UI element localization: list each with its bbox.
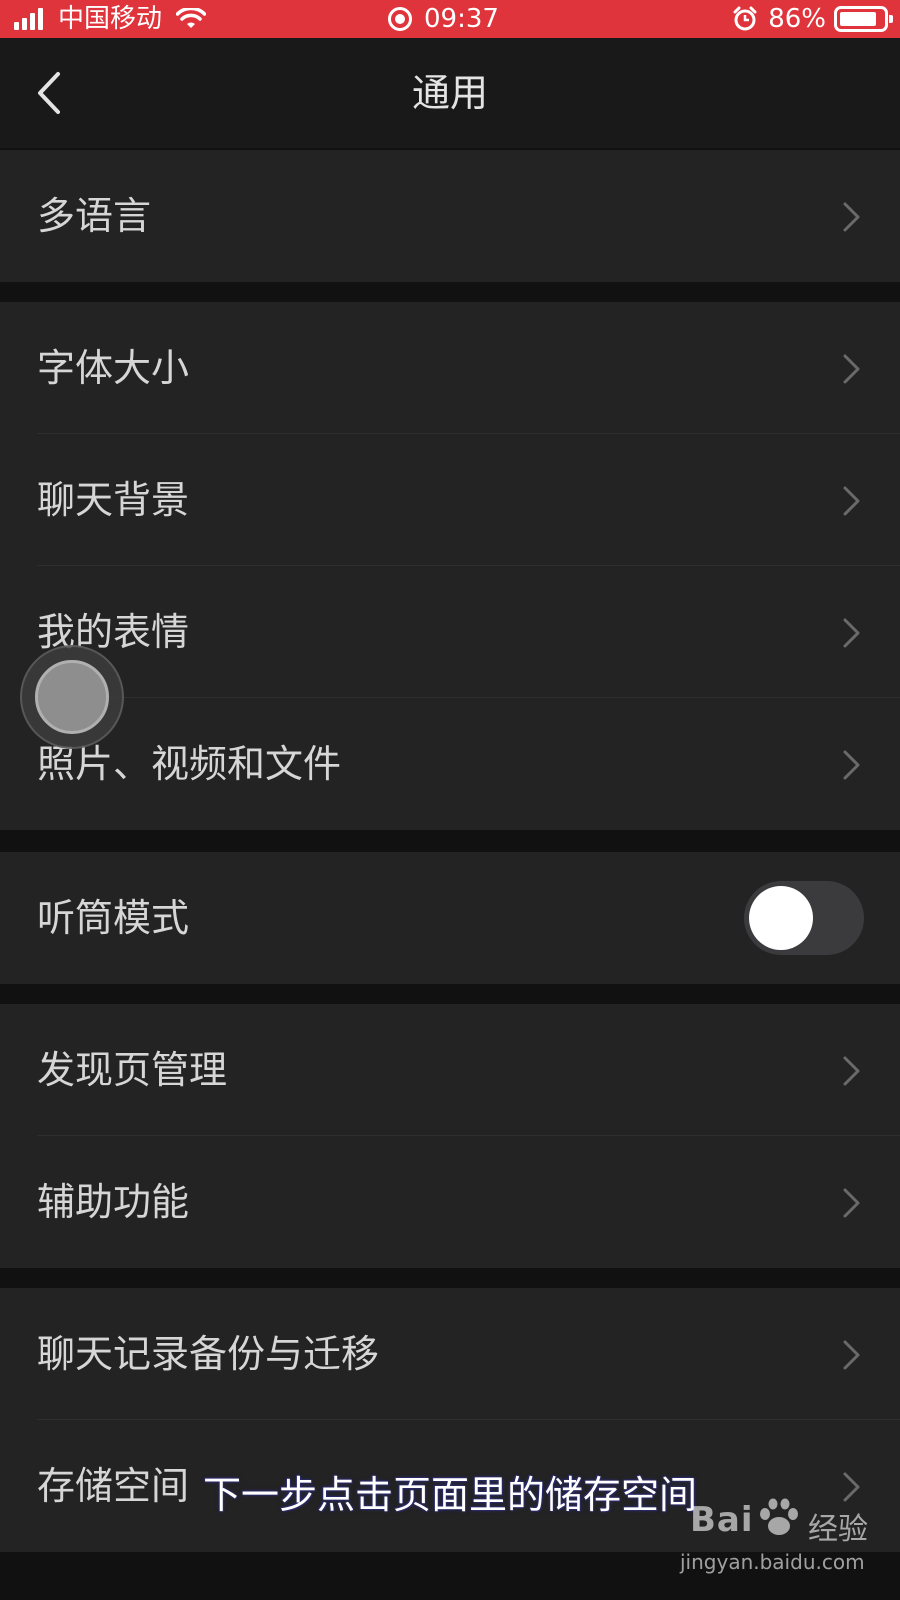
settings-item-earpiece-mode: 听筒模式 (0, 852, 900, 984)
chevron-right-icon (843, 486, 860, 516)
settings-item-photos-videos-files[interactable]: 照片、视频和文件 (0, 698, 900, 830)
watermark-brand: Bai (690, 1500, 754, 1540)
settings-item-discover-management[interactable]: 发现页管理 (0, 1004, 900, 1136)
settings-group-language: 多语言 (0, 150, 900, 282)
baidu-jingyan-watermark: Bai 经验 jingyan.baidu.com (680, 1498, 870, 1586)
settings-item-label: 发现页管理 (37, 1048, 228, 1092)
watermark-domain: jingyan.baidu.com (680, 1550, 865, 1574)
watermark-suffix: 经验 (808, 1512, 868, 1547)
settings-item-accessibility[interactable]: 辅助功能 (0, 1136, 900, 1268)
status-time: 09:37 (424, 4, 499, 34)
baidu-paw-icon (760, 1498, 798, 1535)
chevron-right-icon (843, 618, 860, 648)
status-center: 09:37 (388, 0, 499, 38)
status-right: 86% (732, 0, 893, 38)
settings-group-display: 字体大小 聊天背景 我的表情 照片、视频和文件 (0, 302, 900, 830)
settings-group-earpiece: 听筒模式 (0, 852, 900, 984)
settings-item-label: 字体大小 (37, 346, 190, 390)
chevron-right-icon (843, 1188, 860, 1218)
toggle-knob (749, 886, 813, 950)
battery-icon (834, 6, 893, 32)
settings-item-chat-backup-migration[interactable]: 聊天记录备份与迁移 (0, 1288, 900, 1420)
alarm-icon (733, 6, 757, 31)
earpiece-mode-toggle[interactable] (744, 881, 864, 955)
chevron-right-icon (843, 1056, 860, 1086)
status-left: 中国移动 (14, 0, 207, 38)
settings-item-label: 聊天记录备份与迁移 (37, 1332, 380, 1376)
signal-icon (14, 8, 46, 30)
settings-item-my-stickers[interactable]: 我的表情 (0, 566, 900, 698)
chevron-right-icon (843, 202, 860, 232)
chevron-right-icon (843, 1340, 860, 1370)
navigation-bar: 通用 (0, 38, 900, 148)
settings-item-label: 聊天背景 (37, 478, 190, 522)
settings-item-language[interactable]: 多语言 (0, 150, 900, 282)
settings-item-label: 辅助功能 (37, 1180, 190, 1224)
settings-item-font-size[interactable]: 字体大小 (0, 302, 900, 434)
chevron-right-icon (843, 750, 860, 780)
assistive-touch-button[interactable] (20, 645, 124, 749)
settings-item-label: 听筒模式 (37, 896, 190, 940)
chevron-right-icon (843, 354, 860, 384)
settings-item-label: 多语言 (37, 194, 152, 238)
settings-item-chat-background[interactable]: 聊天背景 (0, 434, 900, 566)
settings-group-discover: 发现页管理 辅助功能 (0, 1004, 900, 1268)
carrier-name: 中国移动 (58, 4, 163, 34)
battery-percent: 86% (768, 4, 826, 34)
assistive-touch-inner (35, 660, 109, 734)
wifi-icon (176, 8, 207, 28)
screen-recording-icon (388, 7, 412, 31)
status-bar: 中国移动 09:37 86% (0, 0, 900, 38)
page-title: 通用 (411, 71, 488, 115)
